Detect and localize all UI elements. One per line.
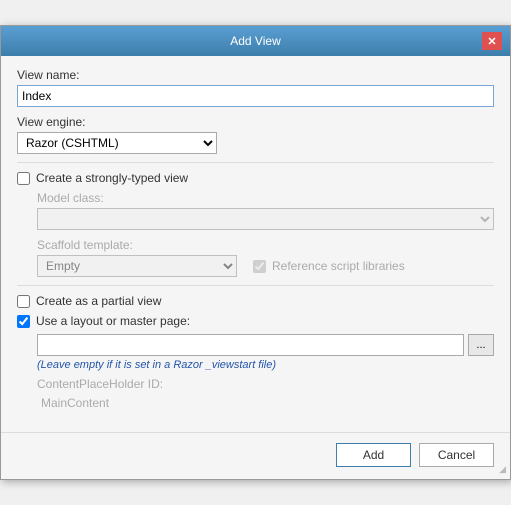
view-engine-select[interactable]: Razor (CSHTML) ASPX Razor (VBHTML) [17, 132, 217, 154]
use-layout-checkbox[interactable] [17, 315, 30, 328]
partial-view-label[interactable]: Create as a partial view [36, 294, 161, 308]
model-class-row [37, 208, 494, 230]
add-view-dialog: Add View ✕ View name: View engine: Razor… [0, 25, 511, 480]
view-name-input[interactable] [17, 85, 494, 107]
strongly-typed-row: Create a strongly-typed view [17, 171, 494, 185]
divider1 [17, 162, 494, 163]
view-engine-group: View engine: Razor (CSHTML) ASPX Razor (… [17, 115, 494, 154]
ref-script-label: Reference script libraries [272, 259, 405, 273]
content-placeholder-label: ContentPlaceHolder ID: [37, 377, 494, 391]
model-class-select[interactable] [37, 208, 494, 230]
view-name-group: View name: [17, 68, 494, 107]
add-button[interactable]: Add [336, 443, 411, 467]
divider2 [17, 285, 494, 286]
layout-input-row: ... [37, 334, 494, 356]
scaffold-group: Scaffold template: Empty Reference scrip… [17, 238, 494, 277]
layout-input-group: ... (Leave empty if it is set in a Razor… [17, 334, 494, 412]
scaffold-select[interactable]: Empty [37, 255, 237, 277]
cancel-button[interactable]: Cancel [419, 443, 494, 467]
ref-script-checkbox[interactable] [253, 260, 266, 273]
model-class-label: Model class: [37, 191, 494, 205]
scaffold-row: Empty Reference script libraries [37, 255, 494, 277]
ref-script-row: Reference script libraries [253, 259, 405, 273]
view-engine-label: View engine: [17, 115, 494, 129]
layout-path-input[interactable] [37, 334, 464, 356]
use-layout-label[interactable]: Use a layout or master page: [36, 314, 190, 328]
hint-text: (Leave empty if it is set in a Razor _vi… [37, 359, 494, 371]
partial-view-row: Create as a partial view [17, 294, 494, 308]
close-button[interactable]: ✕ [482, 32, 502, 50]
strongly-typed-label[interactable]: Create a strongly-typed view [36, 171, 188, 185]
model-class-group: Model class: [17, 191, 494, 230]
partial-view-checkbox[interactable] [17, 295, 30, 308]
title-bar: Add View ✕ [1, 26, 510, 56]
dialog-title: Add View [29, 34, 482, 48]
button-row: Add Cancel [1, 432, 510, 479]
strongly-typed-checkbox[interactable] [17, 172, 30, 185]
dialog-body: View name: View engine: Razor (CSHTML) A… [1, 56, 510, 432]
view-name-label: View name: [17, 68, 494, 82]
scaffold-label: Scaffold template: [37, 238, 494, 252]
use-layout-row: Use a layout or master page: [17, 314, 494, 328]
content-placeholder-value: MainContent [37, 394, 494, 412]
browse-button[interactable]: ... [468, 334, 494, 356]
content-placeholder-group: ContentPlaceHolder ID: MainContent [37, 377, 494, 412]
